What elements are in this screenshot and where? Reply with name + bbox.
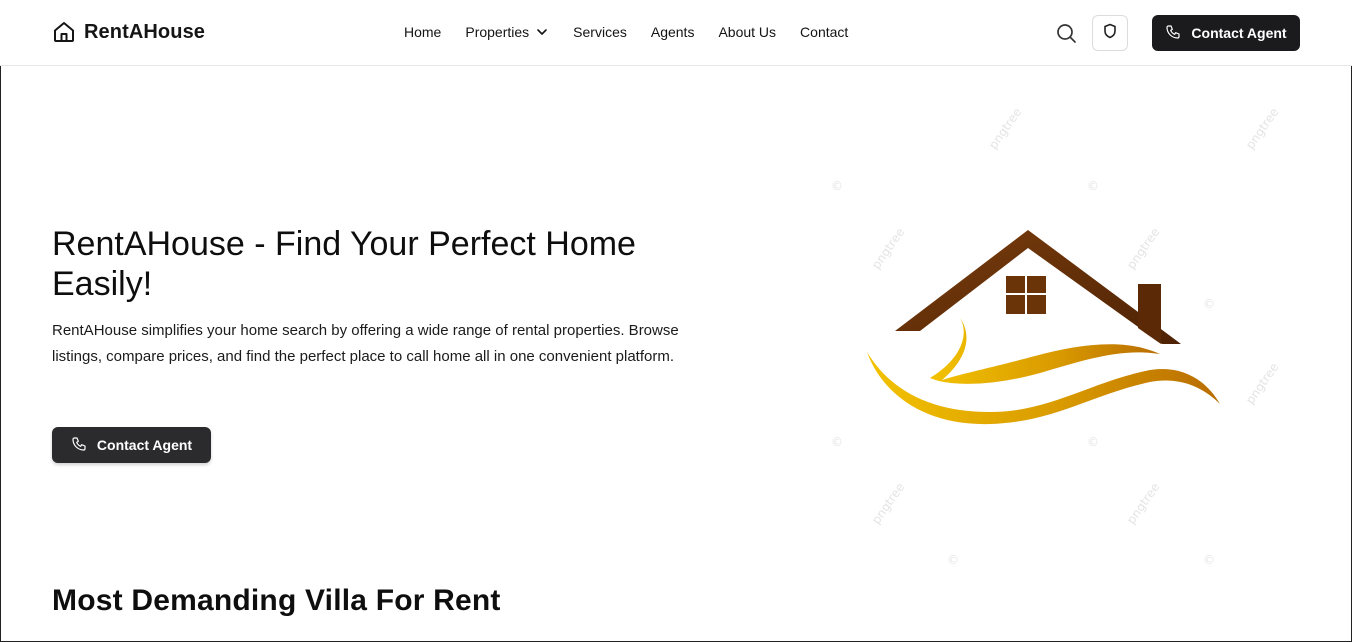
brand-logo[interactable]: RentAHouse: [52, 20, 205, 44]
svg-text:©: ©: [831, 435, 843, 449]
svg-text:©: ©: [1203, 297, 1215, 311]
contact-agent-button-header[interactable]: Contact Agent: [1152, 15, 1300, 51]
house-icon: [52, 20, 76, 44]
brand-name: RentAHouse: [84, 20, 206, 43]
phone-icon: [71, 436, 87, 455]
site-header: RentAHouse Home Properties Services Agen…: [0, 0, 1352, 66]
watermark: © © © © © © © pngtree pngtree pngtree pn…: [831, 105, 1281, 567]
svg-text:pngtree: pngtree: [869, 480, 907, 527]
contact-agent-label: Contact Agent: [96, 437, 193, 453]
svg-text:©: ©: [831, 179, 843, 193]
shield-icon: [1102, 23, 1118, 44]
hero-house-logo-image: © © © © © © © pngtree pngtree pngtree pn…: [820, 90, 1300, 580]
nav-home[interactable]: Home: [404, 24, 441, 40]
contact-agent-label: Contact Agent: [1191, 25, 1287, 41]
svg-text:pngtree: pngtree: [1124, 480, 1162, 527]
main-nav: Home Properties Services Agents About Us…: [404, 24, 848, 40]
hero-description: RentAHouse simplifies your home search b…: [52, 322, 679, 365]
svg-text:pngtree: pngtree: [1243, 105, 1281, 152]
nav-home-label: Home: [404, 24, 442, 40]
svg-text:pngtree: pngtree: [1243, 360, 1281, 407]
nav-about-us[interactable]: About Us: [718, 24, 776, 40]
hero-title: RentAHouse - Find Your Perfect Home Easi…: [52, 225, 636, 303]
svg-text:pngtree: pngtree: [869, 225, 907, 272]
phone-icon: [1165, 24, 1181, 43]
shield-button[interactable]: [1092, 15, 1128, 51]
nav-services-label: Services: [573, 24, 627, 40]
nav-contact[interactable]: Contact: [800, 24, 848, 40]
search-button[interactable]: [1054, 21, 1078, 45]
chevron-down-icon: [535, 25, 549, 39]
nav-agents[interactable]: Agents: [651, 24, 695, 40]
svg-text:©: ©: [947, 553, 959, 567]
svg-text:pngtree: pngtree: [986, 105, 1024, 152]
nav-agents-label: Agents: [650, 24, 695, 40]
svg-text:©: ©: [1203, 553, 1215, 567]
svg-text:©: ©: [1087, 435, 1099, 449]
contact-agent-button-hero[interactable]: Contact Agent: [52, 427, 211, 463]
search-icon: [1054, 24, 1078, 49]
nav-about-us-label: About Us: [718, 24, 777, 40]
nav-properties-label: Properties: [465, 24, 530, 40]
nav-services[interactable]: Services: [573, 24, 627, 40]
svg-text:pngtree: pngtree: [1124, 225, 1162, 272]
svg-text:©: ©: [1087, 179, 1099, 193]
section-title-featured-villas: Most Demanding Villa For Rent: [52, 584, 501, 617]
nav-contact-label: Contact: [800, 24, 849, 40]
nav-properties[interactable]: Properties: [465, 24, 549, 40]
